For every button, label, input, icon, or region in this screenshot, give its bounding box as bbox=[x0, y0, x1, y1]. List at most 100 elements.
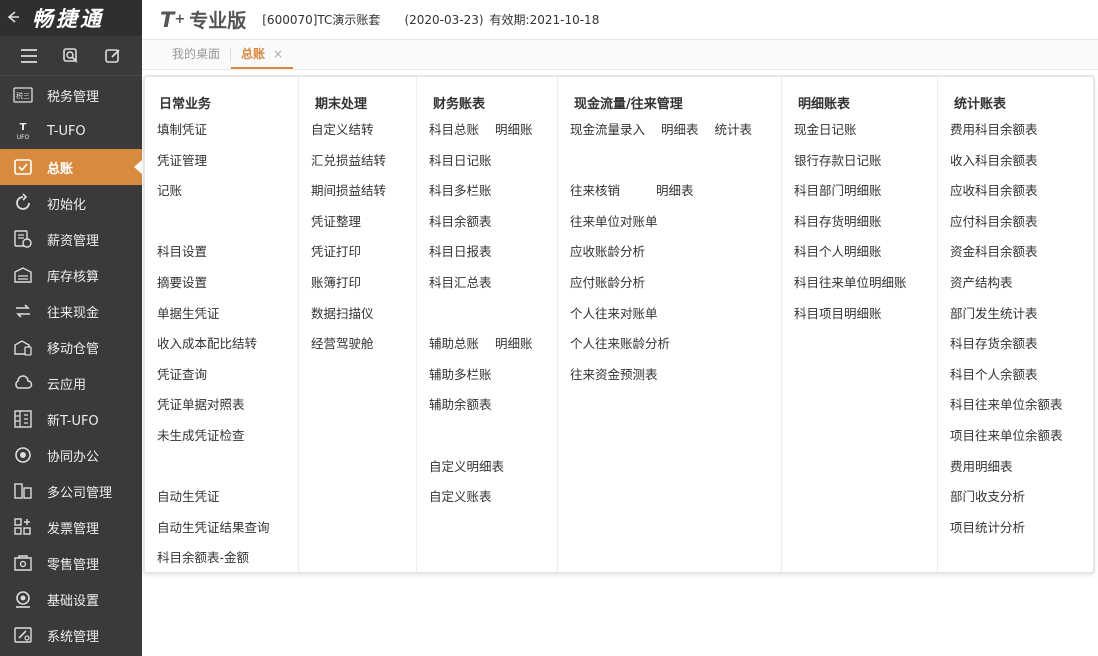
menu-link[interactable]: 科目往来单位余额表 bbox=[950, 398, 1063, 429]
menu-link[interactable]: 填制凭证 bbox=[157, 123, 207, 154]
menu-row: 填制凭证 bbox=[157, 123, 270, 154]
sidebar-toolbar bbox=[0, 36, 142, 76]
back-arrow-icon[interactable] bbox=[6, 9, 26, 28]
menu-link[interactable]: 经营驾驶舱 bbox=[311, 337, 374, 368]
menu-link[interactable]: 部门收支分析 bbox=[950, 490, 1025, 521]
menu-link[interactable]: 科目部门明细账 bbox=[794, 184, 882, 215]
sidebar-item-ledger[interactable]: 总账 bbox=[0, 149, 142, 185]
menu-link[interactable]: 辅助多栏账 bbox=[429, 367, 492, 399]
menu-link[interactable]: 项目往来单位余额表 bbox=[950, 429, 1063, 460]
menu-link[interactable]: 科目个人明细账 bbox=[794, 245, 882, 276]
menu-link[interactable]: 数据扫描仪 bbox=[311, 306, 374, 338]
search-icon[interactable] bbox=[61, 46, 81, 66]
sidebar-item-mobile-warehouse[interactable]: 移动仓管 bbox=[0, 329, 142, 365]
menu-link[interactable]: 凭证查询 bbox=[157, 367, 207, 399]
sidebar-item-system[interactable]: 系统管理 bbox=[0, 617, 142, 653]
sidebar: 畅捷通 税三 税务管理 T UFO T-UFO 总账 初始化 薪资管理 库存核算 往来现金 移动仓管… bbox=[0, 0, 142, 656]
menu-link[interactable]: 费用明细表 bbox=[950, 459, 1013, 491]
menu-link[interactable]: 单据生凭证 bbox=[157, 306, 220, 338]
sidebar-item-warehouse[interactable]: 库存核算 bbox=[0, 257, 142, 293]
sidebar-item-cash-flow[interactable]: 往来现金 bbox=[0, 293, 142, 329]
menu-link[interactable]: 科目多栏账 bbox=[429, 184, 492, 215]
menu-link[interactable]: 科目项目明细账 bbox=[794, 306, 882, 338]
menu-link[interactable]: 自定义结转 bbox=[311, 123, 374, 154]
menu-link[interactable]: 自定义账表 bbox=[429, 490, 492, 521]
menu-link[interactable]: 辅助总账 bbox=[429, 337, 479, 368]
app-header: T + 专业版 [600070]TC演示账套 (2020-03-23) 有效期:… bbox=[142, 0, 1098, 40]
menu-row: 凭证整理 bbox=[311, 214, 386, 246]
menu-link[interactable]: 应付科目余额表 bbox=[950, 214, 1038, 246]
menu-link[interactable]: 科目汇总表 bbox=[429, 276, 492, 307]
sidebar-item-new-ufo[interactable]: 新T-UFO bbox=[0, 401, 142, 437]
menu-link[interactable]: 自动生凭证结果查询 bbox=[157, 520, 270, 552]
menu-link[interactable]: 期间损益结转 bbox=[311, 184, 386, 215]
menu-link[interactable]: 往来核销 bbox=[570, 184, 620, 215]
menu-link[interactable]: 收入成本配比结转 bbox=[157, 337, 257, 368]
menu-link[interactable]: 明细账 bbox=[495, 123, 533, 154]
menu-icon[interactable] bbox=[19, 46, 39, 66]
menu-link[interactable]: 往来单位对账单 bbox=[570, 214, 658, 246]
menu-row: 科目存货明细账 bbox=[794, 214, 907, 246]
menu-link[interactable]: 账簿打印 bbox=[311, 276, 361, 307]
sidebar-item-tax[interactable]: 税三 税务管理 bbox=[0, 77, 142, 113]
menu-link[interactable]: 汇兑损益结转 bbox=[311, 153, 386, 185]
edit-icon[interactable] bbox=[103, 46, 123, 66]
menu-link[interactable]: 应收账龄分析 bbox=[570, 245, 645, 276]
sidebar-item-ufo[interactable]: T UFO T-UFO bbox=[0, 113, 142, 149]
menu-row: 科目设置 bbox=[157, 245, 270, 276]
sidebar-item-salary[interactable]: 薪资管理 bbox=[0, 221, 142, 257]
menu-link[interactable]: 凭证打印 bbox=[311, 245, 361, 276]
menu-link[interactable]: 应付账龄分析 bbox=[570, 276, 645, 307]
menu-link[interactable]: 未生成凭证检查 bbox=[157, 429, 245, 460]
menu-link[interactable]: 部门发生统计表 bbox=[950, 306, 1038, 338]
menu-link[interactable]: 统计表 bbox=[715, 123, 753, 154]
sidebar-item-init[interactable]: 初始化 bbox=[0, 185, 142, 221]
menu-link[interactable]: 凭证管理 bbox=[157, 153, 207, 185]
sidebar-item-settings[interactable]: 基础设置 bbox=[0, 581, 142, 617]
menu-link[interactable]: 科目日记账 bbox=[429, 153, 492, 185]
menu-row: 收入科目余额表 bbox=[950, 153, 1063, 185]
menu-link[interactable]: 明细表 bbox=[656, 184, 694, 215]
menu-link[interactable]: 科目设置 bbox=[157, 245, 207, 276]
menu-link[interactable]: 记账 bbox=[157, 184, 182, 215]
menu-link[interactable]: 摘要设置 bbox=[157, 276, 207, 307]
menu-link[interactable]: 现金日记账 bbox=[794, 123, 857, 154]
menu-link[interactable]: 科目存货明细账 bbox=[794, 214, 882, 246]
menu-link[interactable]: 辅助余额表 bbox=[429, 398, 492, 429]
menu-link[interactable]: 科目个人余额表 bbox=[950, 367, 1038, 399]
menu-link[interactable]: 自定义明细表 bbox=[429, 459, 504, 491]
menu-link[interactable]: 收入科目余额表 bbox=[950, 153, 1038, 185]
menu-link[interactable]: 科目余额表 bbox=[429, 214, 492, 246]
menu-link[interactable]: 费用科目余额表 bbox=[950, 123, 1038, 154]
menu-link[interactable]: 凭证单据对照表 bbox=[157, 398, 245, 429]
menu-link[interactable]: 科目存货余额表 bbox=[950, 337, 1038, 368]
tab-general-ledger[interactable]: 总账 × bbox=[231, 41, 294, 69]
sidebar-item-collab[interactable]: 协同办公 bbox=[0, 437, 142, 473]
menu-link[interactable]: 资金科目余额表 bbox=[950, 245, 1038, 276]
sidebar-item-cloud[interactable]: 云应用 bbox=[0, 365, 142, 401]
menu-link[interactable]: 应收科目余额表 bbox=[950, 184, 1038, 215]
menu-link[interactable]: 明细表 bbox=[661, 123, 699, 154]
menu-link[interactable]: 科目往来单位明细账 bbox=[794, 276, 907, 307]
menu-link[interactable]: 科目余额表-金额 bbox=[157, 551, 249, 582]
menu-link[interactable]: 个人往来账龄分析 bbox=[570, 337, 670, 368]
menu-row: 收入成本配比结转 bbox=[157, 337, 270, 368]
menu-link[interactable]: 科目总账 bbox=[429, 123, 479, 154]
menu-link[interactable]: 项目统计分析 bbox=[950, 520, 1025, 552]
menu-link[interactable]: 科目日报表 bbox=[429, 245, 492, 276]
menu-link[interactable]: 个人往来对账单 bbox=[570, 306, 658, 338]
menu-link[interactable]: 自动生凭证 bbox=[157, 490, 220, 521]
menu-link[interactable]: 往来资金预测表 bbox=[570, 367, 658, 399]
menu-link[interactable]: 凭证整理 bbox=[311, 214, 361, 246]
invoice-icon bbox=[12, 516, 34, 538]
sidebar-item-retail[interactable]: 零售管理 bbox=[0, 545, 142, 581]
sidebar-item-label: 多公司管理 bbox=[47, 485, 113, 501]
sidebar-item-multi-company[interactable]: 多公司管理 bbox=[0, 473, 142, 509]
close-icon[interactable]: × bbox=[273, 47, 283, 61]
sidebar-item-invoice[interactable]: 发票管理 bbox=[0, 509, 142, 545]
menu-link[interactable]: 现金流量录入 bbox=[570, 123, 645, 154]
menu-link[interactable]: 明细账 bbox=[495, 337, 533, 368]
menu-link[interactable]: 银行存款日记账 bbox=[794, 153, 882, 185]
menu-link[interactable]: 资产结构表 bbox=[950, 276, 1013, 307]
tab-my-desktop[interactable]: 我的桌面 bbox=[162, 41, 230, 69]
